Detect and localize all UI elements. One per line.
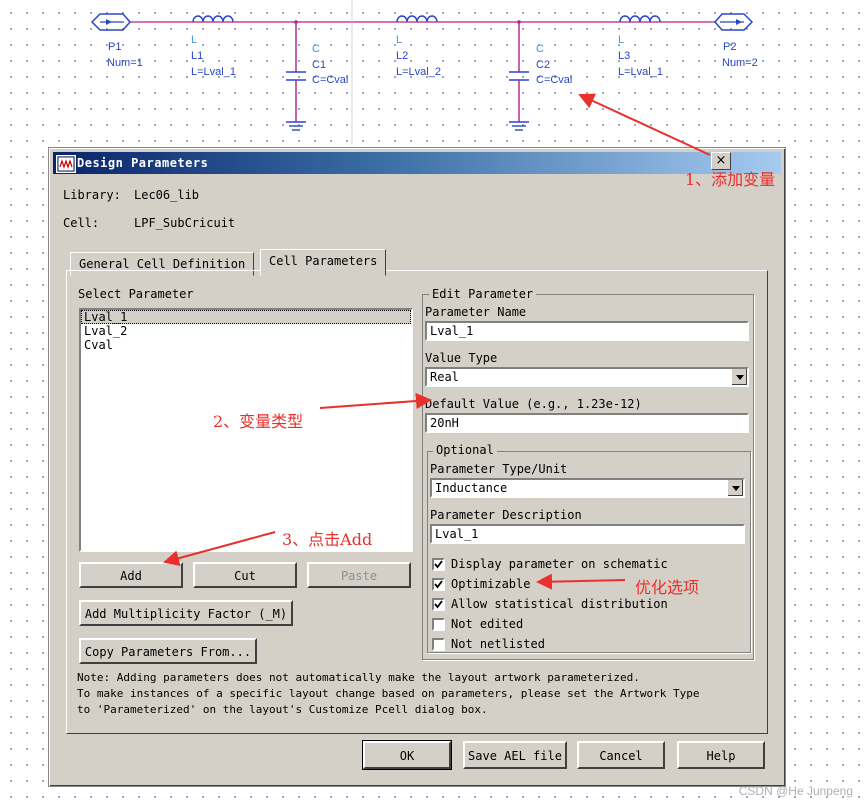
title-bar[interactable]: Design Parameters [53,152,781,174]
parameter-type-unit-label: Parameter Type/Unit [430,462,568,476]
l2-type: L [396,34,403,46]
design-parameters-dialog: Design Parameters Library: Lec06_lib Cel… [48,147,786,787]
parameter-type-unit-value: Inductance [435,481,508,495]
inductor-l1-symbol [192,15,234,23]
chevron-down-icon[interactable] [731,369,747,385]
l1-value: L=Lval_1 [191,66,236,78]
copy-parameters-from-button[interactable]: Copy Parameters From... [79,638,257,664]
cell-value: LPF_SubCricuit [134,216,236,230]
default-value-field[interactable]: 20nH [425,413,749,433]
edit-parameter-title: Edit Parameter [429,287,537,301]
note-line-1: Note: Adding parameters does not automat… [77,671,640,684]
c1-name: C1 [312,59,327,71]
port-p2-symbol [714,13,754,31]
display-on-schematic-checkbox[interactable] [432,558,445,571]
watermark: CSDN @He Junpeng [738,784,853,798]
library-label: Library: [63,188,121,202]
save-ael-file-button[interactable]: Save AEL file [463,741,567,769]
l1-type: L [191,34,198,46]
tab-cell-parameters[interactable]: Cell Parameters [260,249,387,276]
cancel-button[interactable]: Cancel [577,741,665,769]
select-parameter-label: Select Parameter [78,287,194,301]
parameter-type-unit-select[interactable]: Inductance [430,478,745,498]
optional-title: Optional [433,443,497,457]
p1-num: Num=1 [107,57,143,69]
list-item[interactable]: Cval [81,338,411,352]
list-item[interactable]: Lval_2 [81,324,411,338]
l1-name: L1 [191,50,204,62]
l3-name: L3 [618,50,631,62]
p2-name: P2 [723,41,737,53]
port-p1-symbol [90,13,131,31]
dialog-title: Design Parameters [77,156,209,170]
annotation-click-add: 3、点击Add [282,530,373,549]
annotation-variable-type: 2、变量类型 [213,412,304,431]
l3-type: L [618,34,625,46]
capacitor-c2-symbol [509,20,529,131]
note-line-2: To make instances of a specific layout c… [77,687,700,700]
value-type-value: Real [430,370,459,384]
help-button[interactable]: Help [677,741,765,769]
value-type-select[interactable]: Real [425,367,749,387]
inductor-l3-symbol [619,15,661,23]
annotation-optimize-option: 优化选项 [635,578,700,597]
display-on-schematic-label: Display parameter on schematic [451,557,668,571]
l2-name: L2 [396,50,409,62]
optimizable-checkbox[interactable] [432,578,445,591]
value-type-label: Value Type [425,351,498,365]
chevron-down-icon[interactable] [727,480,743,496]
not-netlisted-label: Not netlisted [451,637,545,651]
ok-button[interactable]: OK [362,740,452,770]
l3-value: L=Lval_1 [618,66,663,78]
annotation-add-variable: 1、添加变量 [685,170,776,189]
c2-name: C2 [536,59,551,71]
capacitor-c1-symbol [286,20,306,131]
c2-value: C=Cval [536,74,573,86]
p2-num: Num=2 [722,57,758,69]
not-edited-label: Not edited [451,617,524,631]
allow-statistical-label: Allow statistical distribution [451,597,668,611]
cell-label: Cell: [63,216,100,230]
c1-type: C [312,43,320,55]
not-edited-checkbox[interactable] [432,618,445,631]
cut-button[interactable]: Cut [193,562,297,588]
paste-button[interactable]: Paste [307,562,411,588]
note-line-3: to 'Parameterized' on the layout's Custo… [77,703,488,716]
parameter-name-field[interactable]: Lval_1 [425,321,749,341]
optimizable-label: Optimizable [451,577,531,591]
allow-statistical-checkbox[interactable] [432,598,445,611]
not-netlisted-checkbox[interactable] [432,638,445,651]
parameter-name-label: Parameter Name [425,305,527,319]
c2-type: C [536,43,544,55]
default-value-label: Default Value (e.g., 1.23e-12) [425,397,642,411]
inductor-l2-symbol [396,15,438,23]
p1-name: P1 [108,41,122,53]
add-button[interactable]: Add [79,562,183,588]
parameter-description-label: Parameter Description [430,508,582,522]
l2-value: L=Lval_2 [396,66,441,78]
c1-value: C=Cval [312,74,349,86]
list-item[interactable]: Lval_1 [81,310,411,324]
app-icon [56,155,76,173]
library-value: Lec06_lib [134,188,200,202]
add-multiplicity-factor-button[interactable]: Add Multiplicity Factor (_M) [79,600,293,626]
parameter-description-field[interactable]: Lval_1 [430,524,745,544]
